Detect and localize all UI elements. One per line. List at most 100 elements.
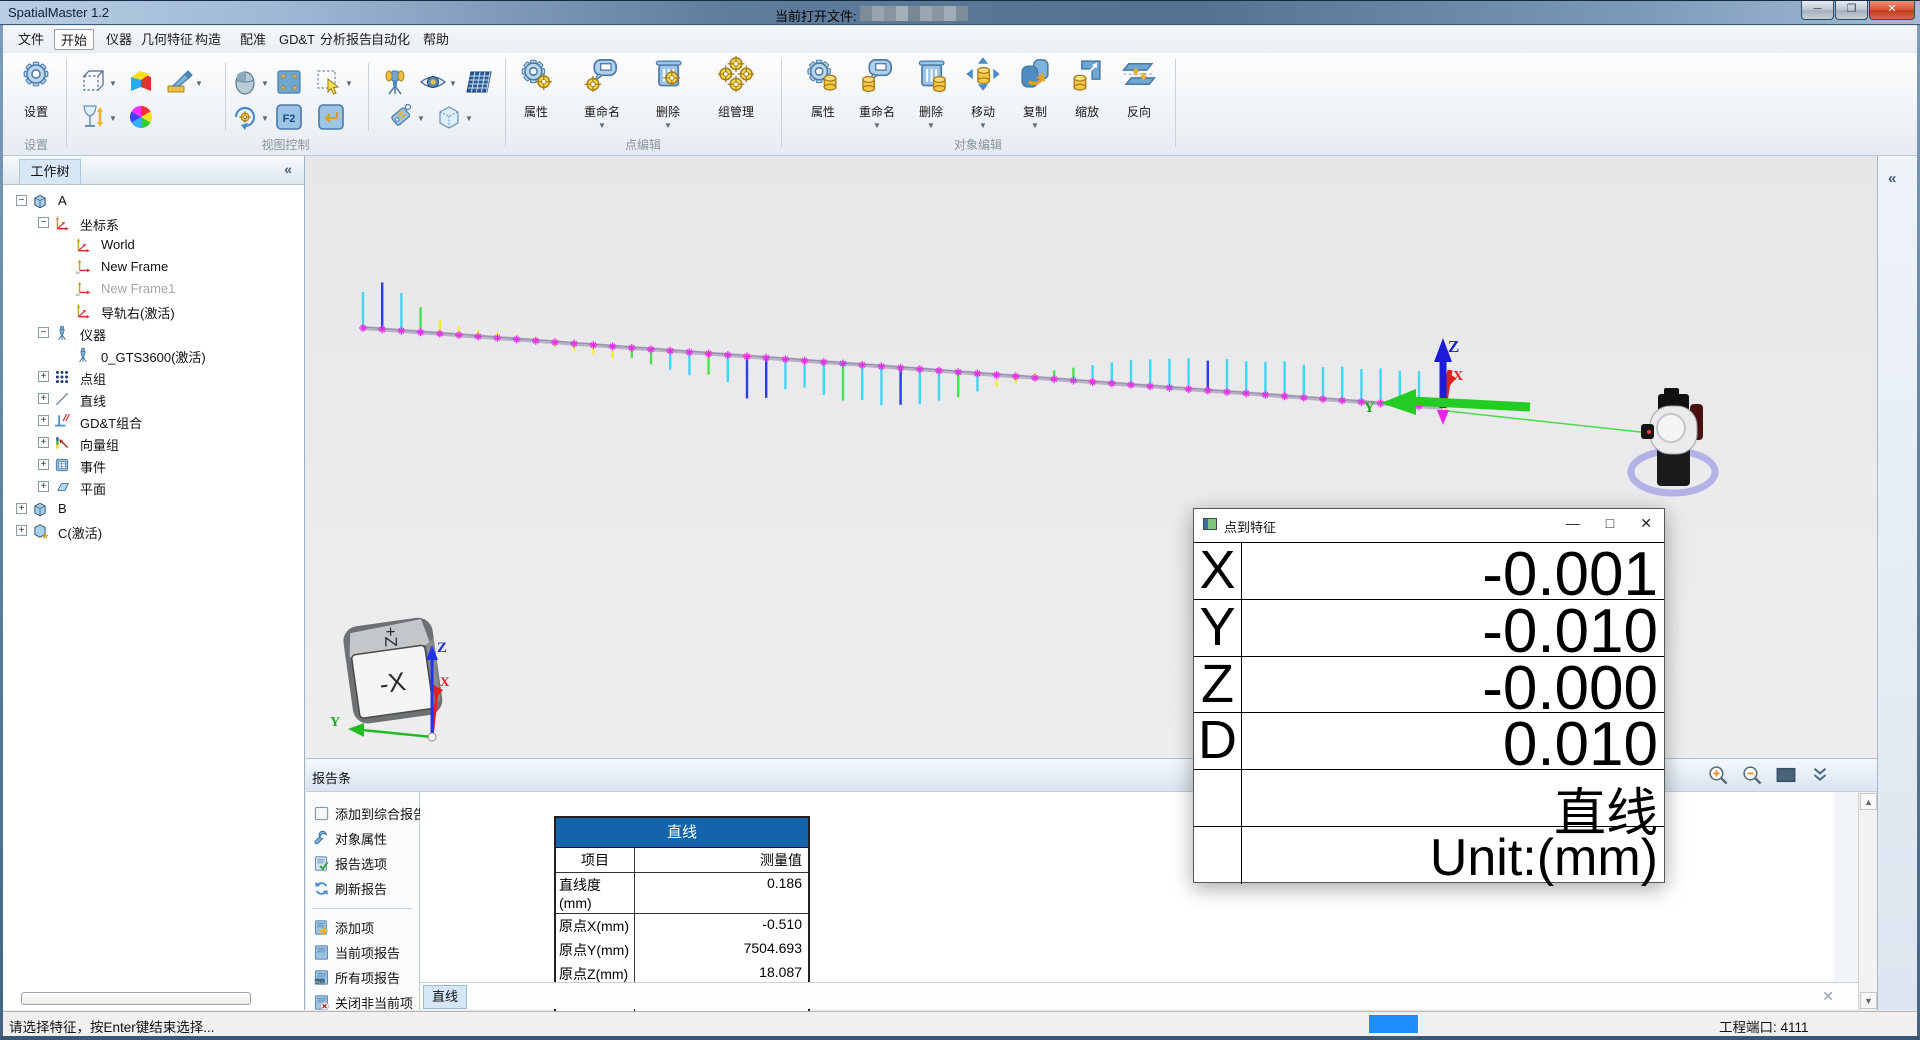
tree-item-label[interactable]: 向量组 [80,435,119,454]
tag-icon[interactable] [387,103,415,136]
gearC-icon[interactable] [805,56,841,97]
select-icon[interactable] [315,68,343,101]
dialog-minimize-button[interactable]: — [1566,515,1580,532]
mouse-icon[interactable] [231,68,259,101]
dropdown-arrow-icon[interactable]: ▼ [261,79,269,88]
dropdown-arrow-icon[interactable]: ▼ [195,79,203,88]
tree-item-label[interactable]: A [58,193,67,208]
tree-item-label[interactable]: B [58,501,67,516]
dropdown-arrow-icon[interactable]: ▼ [867,121,887,130]
report-button-doclines[interactable]: 当前项报告 [313,943,400,962]
wirecube-icon[interactable] [79,68,107,101]
move-icon[interactable] [965,56,1001,97]
dropdown-arrow-icon[interactable]: ▼ [109,114,117,123]
dropdown-arrow-icon[interactable]: ▼ [261,114,269,123]
tree-item-label[interactable]: New Frame [101,259,168,274]
tree-item-[interactable]: + 点组 [3,366,304,388]
tree-item-label[interactable]: 点组 [80,369,106,388]
collapse-left-panel-icon[interactable]: « [284,161,290,177]
tree-item-[interactable]: + 平面 [3,476,304,498]
zoom-in-icon[interactable] [1707,764,1729,791]
report-button-docplus[interactable]: 添加项 [313,918,374,937]
expand-toggle-icon[interactable]: + [38,459,49,470]
dialog-maximize-button[interactable]: □ [1606,515,1614,532]
fit4-icon[interactable] [275,68,303,101]
scroll-up-icon[interactable]: ▲ [1860,793,1877,810]
glass-icon[interactable] [79,103,107,136]
dropdown-arrow-icon[interactable]: ▼ [109,79,117,88]
trashT-icon[interactable] [650,56,686,97]
menu-item-5[interactable]: 构造 [189,29,227,50]
tree-item-[interactable]: +直线 [3,388,304,410]
trashC-icon[interactable] [913,56,949,97]
reverse-icon[interactable] [1121,56,1157,97]
tree-item-[interactable]: −坐标系 [3,212,304,234]
tree-item-c[interactable]: +★C(激活) [3,520,304,542]
tree-item-label[interactable]: GD&T组合 [80,413,142,432]
tree-item-[interactable]: +向量组 [3,432,304,454]
report-button-doccheck[interactable]: 报告选项 [313,854,387,873]
tree-item-[interactable]: + 事件 [3,454,304,476]
tree-item-a[interactable]: −A [3,190,304,212]
tree-item-newframe1[interactable]: ∞New Frame1 [3,278,304,300]
tree-horizontal-scrollbar[interactable] [7,992,297,1006]
renameT-icon[interactable] [584,56,620,97]
wheel-icon[interactable] [127,103,155,136]
report-vertical-scrollbar[interactable]: ▲ ▼ [1858,792,1877,1010]
ribbon-button-label[interactable]: 设置 [2,103,70,120]
eye-icon[interactable] [419,68,447,101]
expand-toggle-icon[interactable]: + [16,503,27,514]
fit-view-icon[interactable] [1775,764,1797,791]
tree-item-label[interactable]: 导轨右(激活) [101,303,175,322]
zoom-out-icon[interactable] [1741,764,1763,791]
expand-toggle-icon[interactable]: + [38,481,49,492]
menu-item-9[interactable]: 自动化 [365,29,416,50]
report-button-wrench[interactable]: 对象属性 [313,829,387,848]
expand-toggle-icon[interactable]: + [16,525,27,536]
expand-toggle-icon[interactable]: + [38,415,49,426]
gearT-icon[interactable] [518,56,554,97]
tree-item-label[interactable]: C(激活) [58,523,102,542]
dropdown-arrow-icon[interactable]: ▼ [658,121,678,130]
dropdown-arrow-icon[interactable]: ▼ [592,121,612,130]
collapse-toggle-icon[interactable]: − [38,217,49,228]
collapse-right-panel-icon[interactable]: « [1888,170,1917,187]
dropdown-arrow-icon[interactable]: ▼ [417,114,425,123]
report-button-docx[interactable]: 关闭非当前项 [313,993,413,1012]
restore-button[interactable]: ❐ [1835,1,1868,20]
dropdown-arrow-icon[interactable]: ▼ [921,121,941,130]
collapse-report-icon[interactable] [1809,764,1831,791]
rotate-icon[interactable] [231,103,259,136]
tree-item-[interactable]: 导轨右(激活) [3,300,304,322]
ribbon-button-label[interactable]: 删除 [634,103,702,120]
report-button-docall[interactable]: ALL所有项报告 [313,968,400,987]
tree-item-label[interactable]: 事件 [80,457,106,476]
menu-item-6[interactable]: 配准 [234,29,272,50]
work-tree-tab[interactable]: 工作树 [19,159,81,184]
tree-item-label[interactable]: World [101,237,135,252]
tree-item-label[interactable]: 仪器 [80,325,106,344]
tripod-icon[interactable] [381,68,409,101]
gear-icon[interactable] [18,56,54,97]
tree-item-label[interactable]: New Frame1 [101,281,175,296]
tree-item-gdt[interactable]: + GD&T组合 [3,410,304,432]
expand-toggle-icon[interactable]: + [38,371,49,382]
renameC-icon[interactable] [859,56,895,97]
close-button[interactable]: ✕ [1869,1,1915,20]
tree-item-[interactable]: − 仪器 [3,322,304,344]
ribbon-button-label[interactable]: 属性 [502,103,570,120]
enter-icon[interactable] [317,103,345,136]
dropdown-arrow-icon[interactable]: ▼ [973,121,993,130]
report-tab-line[interactable]: 直线 [423,985,467,1009]
report-button-checkbox[interactable]: 添加到综合报告 [313,804,426,823]
tree-item-0_gts3600[interactable]: 0_GTS3600(激活) [3,344,304,366]
tree-item-world[interactable]: World [3,234,304,256]
group4-icon[interactable] [718,56,754,97]
dropdown-arrow-icon[interactable]: ▼ [345,79,353,88]
collapse-toggle-icon[interactable]: − [38,327,49,338]
tree-item-label[interactable]: 平面 [80,479,106,498]
colorcube-icon[interactable] [127,68,155,101]
cubebox-icon[interactable] [435,103,463,136]
solar-icon[interactable] [465,68,493,101]
dialog-close-button[interactable]: ✕ [1640,515,1652,532]
